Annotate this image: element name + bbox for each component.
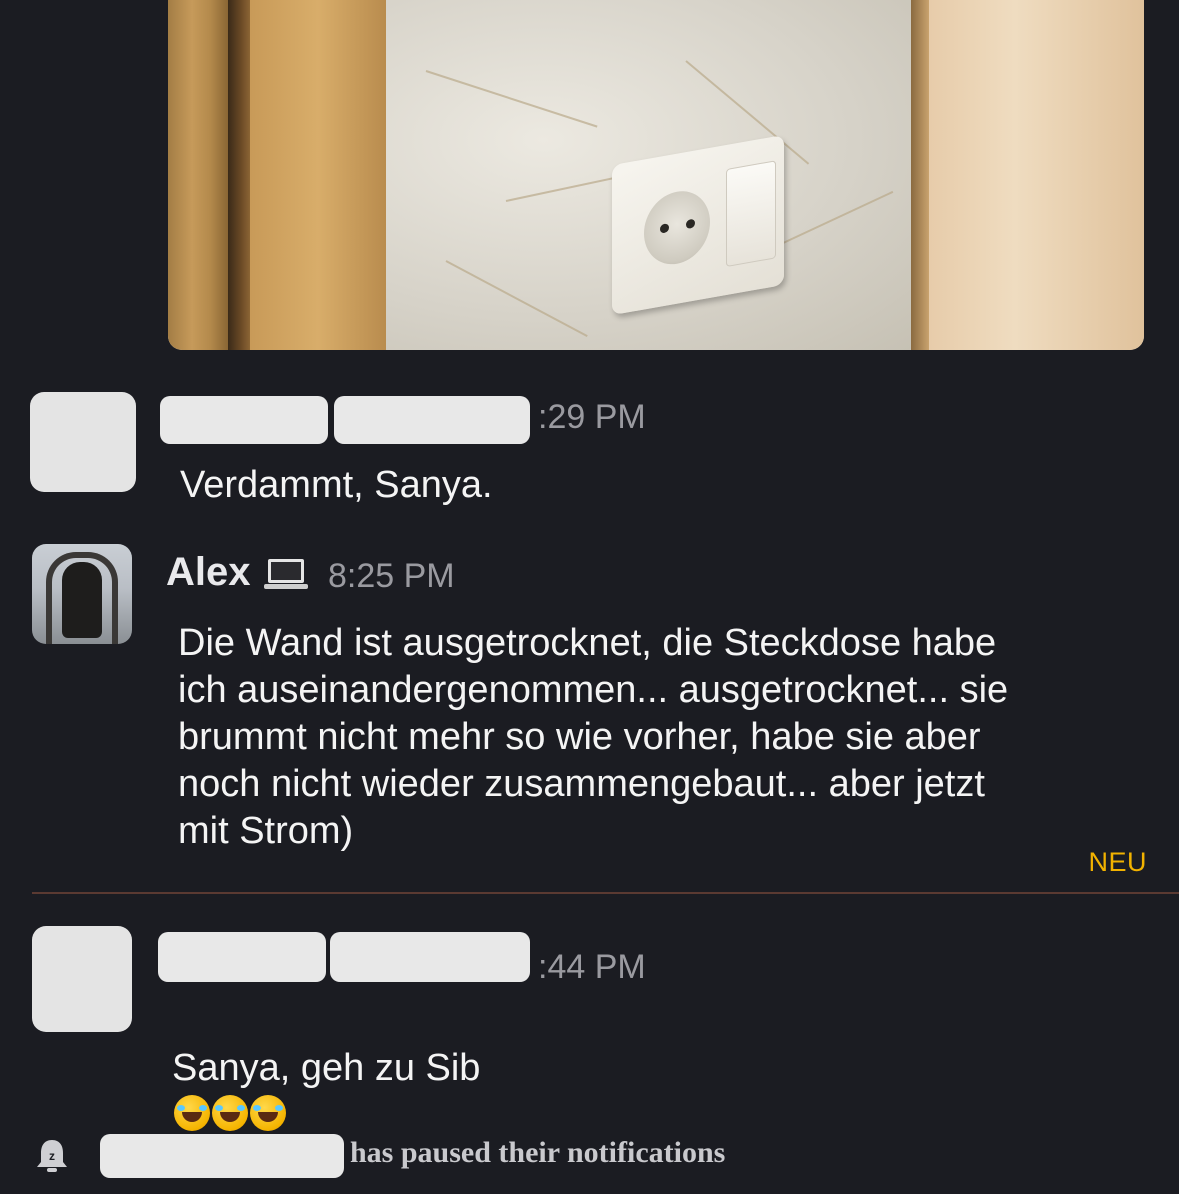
photo-light-switch [726, 160, 776, 268]
avatar-redacted[interactable] [32, 926, 132, 1032]
rolling-on-floor-laughing-emoji-icon [212, 1095, 248, 1131]
message-timestamp: :29 PM [538, 398, 646, 436]
sender-name-redacted[interactable] [160, 396, 328, 444]
photo-power-socket [612, 134, 784, 316]
avatar[interactable] [32, 544, 132, 644]
photo-door-frame [168, 0, 228, 350]
sender-name-redacted[interactable] [158, 932, 326, 982]
message-text: Die Wand ist ausgetrocknet, die Steckdos… [178, 622, 1009, 852]
new-messages-label: NEU [1088, 847, 1147, 877]
photo-door [929, 0, 1144, 350]
sender-name[interactable]: Alex [166, 550, 251, 595]
message-timestamp: 8:25 PM [328, 557, 455, 595]
message-text-body: Sanya, geh zu Sib [172, 1047, 481, 1089]
svg-text:z: z [49, 1149, 55, 1163]
sender-name-redacted[interactable] [100, 1134, 344, 1178]
laptop-icon [264, 559, 308, 589]
message-text: Sanya, geh zu Sib [172, 998, 480, 1139]
message-text: Verdammt, Sanya. [180, 464, 493, 506]
system-event-text: has paused their notifications [350, 1136, 726, 1169]
sender-status-redacted [330, 932, 530, 982]
sender-status-redacted [334, 396, 530, 444]
chat-view: :29 PM Verdammt, Sanya. Alex 8:25 PM Die… [0, 0, 1179, 1194]
avatar-redacted[interactable] [30, 392, 136, 492]
rolling-on-floor-laughing-emoji-icon [174, 1095, 210, 1131]
new-messages-divider [32, 892, 1179, 894]
attached-photo[interactable] [168, 0, 1144, 350]
bell-snooze-icon: z [37, 1140, 67, 1172]
message-timestamp: :44 PM [538, 948, 646, 986]
rolling-on-floor-laughing-emoji-icon [250, 1095, 286, 1131]
